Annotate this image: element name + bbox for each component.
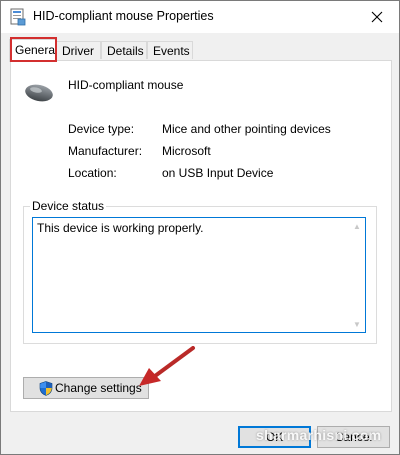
close-button[interactable]	[355, 1, 399, 33]
close-icon	[371, 11, 383, 23]
device-status-group: Device status This device is working pro…	[23, 199, 377, 344]
device-type-value: Mice and other pointing devices	[162, 122, 331, 136]
status-scrollbar[interactable]: ▲ ▼	[349, 218, 365, 332]
manufacturer-value: Microsoft	[162, 144, 211, 158]
tab-events[interactable]: Events	[147, 41, 193, 59]
tab-general[interactable]: General	[9, 39, 58, 62]
scroll-up-icon[interactable]: ▲	[349, 218, 365, 234]
cancel-button[interactable]: Cancel	[317, 426, 390, 448]
device-status-textbox[interactable]: This device is working properly. ▲ ▼	[32, 217, 366, 333]
ok-button[interactable]: OK	[238, 426, 311, 448]
device-manager-icon	[10, 8, 26, 26]
device-status-text: This device is working properly.	[37, 221, 204, 235]
cancel-label: Cancel	[334, 430, 373, 444]
tab-driver-label: Driver	[62, 44, 94, 58]
tab-details-label: Details	[107, 44, 144, 58]
ok-label: OK	[265, 430, 284, 444]
scroll-down-icon[interactable]: ▼	[349, 316, 365, 332]
title-bar[interactable]: HID-compliant mouse Properties	[1, 1, 399, 33]
device-status-legend: Device status	[30, 199, 107, 213]
mouse-icon	[25, 84, 53, 102]
location-value: on USB Input Device	[162, 166, 274, 180]
window-title: HID-compliant mouse Properties	[33, 9, 214, 23]
device-type-label: Device type:	[68, 122, 135, 136]
general-panel: HID-compliant mouse Device type: Mice an…	[10, 60, 392, 412]
device-name: HID-compliant mouse	[68, 78, 184, 92]
pointer-arrow-icon	[139, 346, 195, 386]
location-label: Location:	[68, 166, 117, 180]
tab-general-label: General	[15, 43, 58, 57]
properties-dialog: HID-compliant mouse Properties General D…	[0, 0, 400, 455]
tab-driver[interactable]: Driver	[56, 41, 101, 59]
manufacturer-label: Manufacturer:	[68, 144, 143, 158]
tab-details[interactable]: Details	[101, 41, 147, 59]
shield-icon	[39, 381, 53, 396]
change-settings-label: Change settings	[55, 381, 142, 395]
tab-events-label: Events	[153, 44, 190, 58]
